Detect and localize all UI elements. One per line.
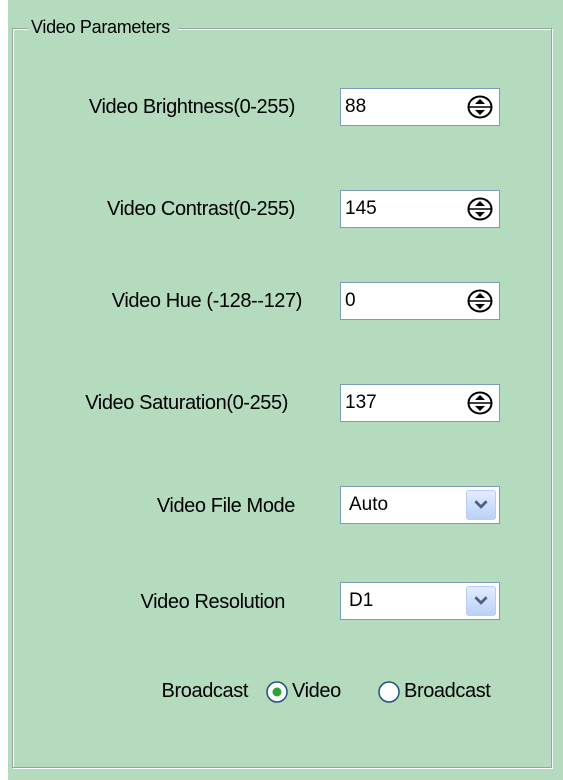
resolution-label: Video Resolution <box>140 591 286 613</box>
chevron-down-icon <box>474 500 488 509</box>
broadcast-label: Broadcast <box>161 680 249 702</box>
window-left-edge <box>0 0 8 780</box>
radio-video-label[interactable]: Video <box>292 680 341 703</box>
spin-updown-icon[interactable] <box>467 391 493 415</box>
contrast-label: Video Contrast(0-255) <box>106 198 295 220</box>
hue-spinner[interactable]: 0 <box>340 282 500 320</box>
resolution-value[interactable]: D1 <box>349 590 373 612</box>
groupbox-title: Video Parameters <box>28 17 178 38</box>
radio-unselected-icon[interactable] <box>378 680 400 703</box>
file-mode-value[interactable]: Auto <box>349 494 388 516</box>
radio-broadcast[interactable]: Broadcast <box>378 680 491 703</box>
chevron-down-icon <box>474 596 488 605</box>
contrast-spinner[interactable]: 145 <box>340 190 500 228</box>
file-mode-dropdown-button[interactable] <box>466 490 496 520</box>
resolution-dropdown-button[interactable] <box>466 586 496 616</box>
file-mode-label: Video File Mode <box>156 495 296 517</box>
radio-selected-icon[interactable] <box>266 680 288 703</box>
brightness-value[interactable]: 88 <box>345 96 366 118</box>
resolution-select[interactable]: D1 <box>340 582 500 620</box>
contrast-value[interactable]: 145 <box>345 198 377 220</box>
spin-updown-icon[interactable] <box>467 95 493 119</box>
saturation-value[interactable]: 137 <box>345 392 377 414</box>
hue-label: Video Hue (-128--127) <box>111 290 303 312</box>
radio-video[interactable]: Video <box>266 680 341 703</box>
brightness-label: Video Brightness(0-255) <box>88 96 296 118</box>
hue-value[interactable]: 0 <box>345 290 356 312</box>
spin-updown-icon[interactable] <box>467 289 493 313</box>
saturation-spinner[interactable]: 137 <box>340 384 500 422</box>
brightness-spinner[interactable]: 88 <box>340 88 500 126</box>
file-mode-select[interactable]: Auto <box>340 486 500 524</box>
radio-broadcast-label[interactable]: Broadcast <box>404 680 491 703</box>
saturation-label: Video Saturation(0-255) <box>85 392 288 414</box>
spin-updown-icon[interactable] <box>467 197 493 221</box>
